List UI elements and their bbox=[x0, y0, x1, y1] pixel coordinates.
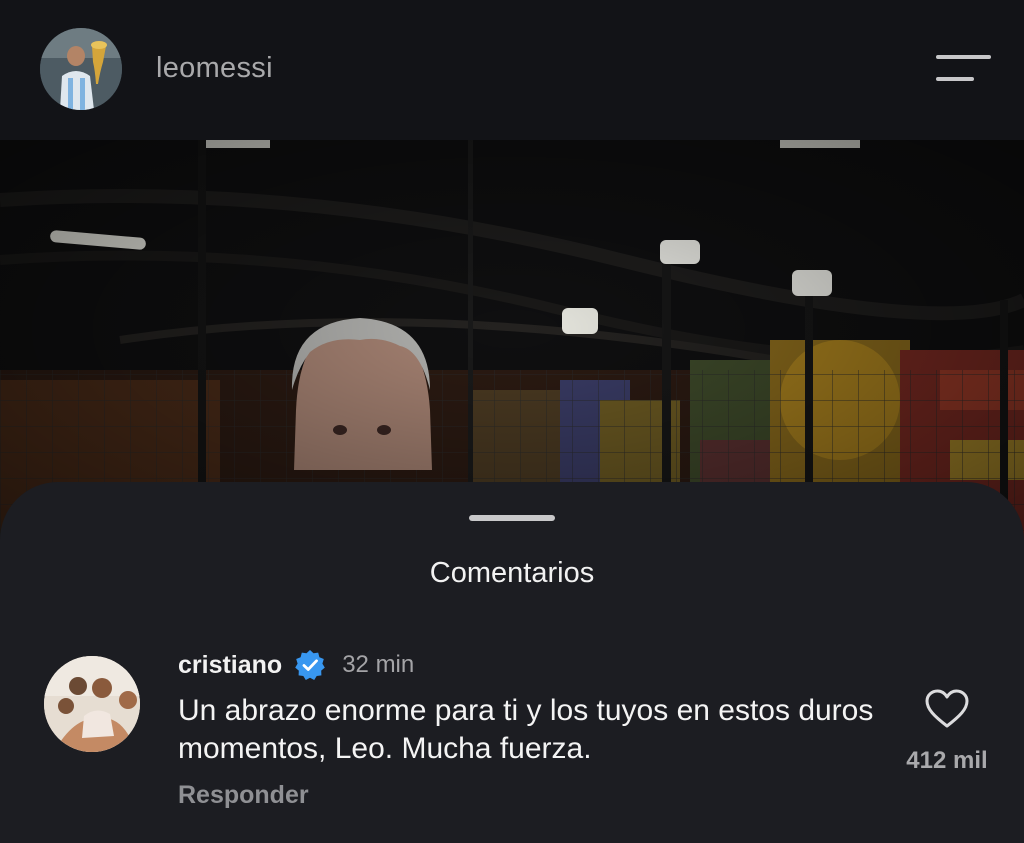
comment-username[interactable]: cristiano bbox=[178, 651, 282, 680]
comment-time: 32 min bbox=[342, 651, 415, 678]
drag-handle[interactable] bbox=[469, 515, 555, 521]
profile-avatar[interactable] bbox=[40, 28, 122, 110]
top-bar: leomessi bbox=[0, 0, 1024, 140]
profile-username[interactable]: leomessi bbox=[156, 52, 273, 85]
comment-text: Un abrazo enorme para ti y los tuyos en … bbox=[178, 694, 874, 765]
comment-header: cristiano 32 min bbox=[178, 648, 414, 682]
commenter-avatar[interactable] bbox=[44, 656, 140, 752]
sheet-title: Comentarios bbox=[429, 557, 595, 589]
like-count: 412 mil bbox=[906, 747, 988, 774]
hamburger-menu-icon[interactable] bbox=[930, 50, 992, 90]
verified-badge-icon bbox=[295, 650, 326, 680]
heart-icon[interactable] bbox=[924, 688, 970, 730]
comments-sheet: Comentarios cristiano 32 min Un abrazo e… bbox=[0, 482, 1024, 843]
reply-button[interactable]: Responder bbox=[178, 781, 309, 810]
